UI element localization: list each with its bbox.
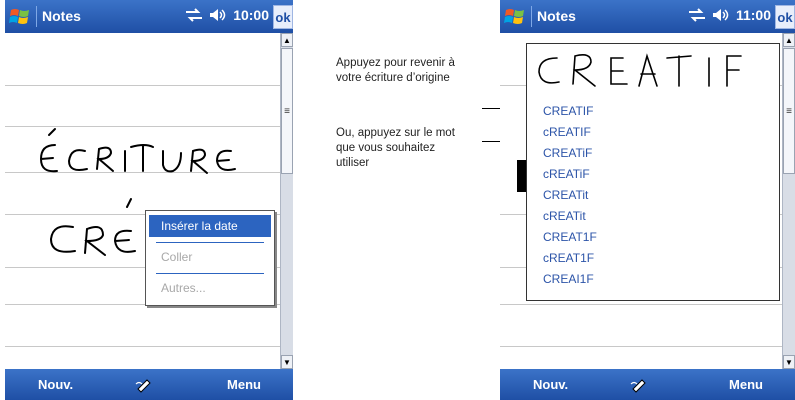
pen-icon[interactable] bbox=[630, 375, 648, 393]
status-area: 11:00 bbox=[688, 7, 771, 23]
candidate-word[interactable]: cREATit bbox=[543, 209, 586, 223]
clock[interactable]: 10:00 bbox=[233, 7, 269, 23]
menu-item-paste[interactable]: Coller bbox=[149, 246, 271, 268]
candidate-word[interactable]: CREATIF bbox=[543, 104, 593, 118]
scroll-up-icon[interactable]: ▲ bbox=[281, 33, 293, 47]
status-area: 10:00 bbox=[185, 7, 269, 23]
menu-button[interactable]: Menu bbox=[729, 377, 763, 392]
speaker-icon[interactable] bbox=[209, 8, 227, 22]
candidate-word[interactable]: CREAT1F bbox=[543, 230, 597, 244]
pen-icon[interactable] bbox=[135, 375, 153, 393]
vertical-scrollbar[interactable]: ▲ ≡ ▼ bbox=[280, 33, 293, 369]
title-bar: Notes 11:00 ok bbox=[500, 0, 795, 33]
scroll-down-icon[interactable]: ▼ bbox=[783, 355, 795, 369]
ok-button[interactable]: ok bbox=[775, 5, 795, 29]
menu-item-more[interactable]: Autres... bbox=[149, 277, 271, 299]
ruled-line bbox=[500, 304, 783, 305]
title-separator bbox=[531, 6, 532, 27]
right-device-screen: Notes 11:00 ok CREATIF cREATIF CREATiF c… bbox=[500, 0, 795, 400]
context-menu: Insérer la date Coller Autres... bbox=[145, 210, 275, 306]
scroll-up-icon[interactable]: ▲ bbox=[783, 33, 795, 47]
ok-button[interactable]: ok bbox=[273, 5, 293, 29]
original-handwriting-creatif[interactable] bbox=[527, 44, 779, 96]
title-bar: Notes 10:00 ok bbox=[5, 0, 293, 33]
windows-start-icon[interactable] bbox=[9, 6, 31, 28]
handwriting-ecriture[interactable] bbox=[35, 123, 255, 183]
clock[interactable]: 11:00 bbox=[736, 7, 771, 23]
vertical-scrollbar[interactable]: ▲ ≡ ▼ bbox=[782, 33, 795, 369]
new-button[interactable]: Nouv. bbox=[38, 377, 73, 392]
scroll-down-icon[interactable]: ▼ bbox=[281, 355, 293, 369]
callout-original-writing: Appuyez pour revenir à votre écriture d’… bbox=[336, 57, 455, 84]
scroll-thumb[interactable]: ≡ bbox=[783, 48, 795, 174]
left-device-screen: Notes 10:00 ok Insérer la date Coller Au… bbox=[5, 0, 293, 400]
note-canvas[interactable]: Insérer la date Coller Autres... bbox=[5, 33, 281, 369]
ruled-line bbox=[5, 85, 281, 86]
scroll-thumb[interactable]: ≡ bbox=[281, 48, 293, 174]
candidate-word[interactable]: cREATiF bbox=[543, 167, 590, 181]
callout-choose-word: Ou, appuyez sur le mot que vous souhaite… bbox=[336, 127, 455, 169]
connectivity-icon[interactable] bbox=[688, 8, 706, 22]
app-title: Notes bbox=[537, 8, 576, 24]
connectivity-icon[interactable] bbox=[185, 8, 203, 22]
menu-separator bbox=[156, 273, 264, 274]
menu-item-insert-date[interactable]: Insérer la date bbox=[149, 215, 271, 237]
candidate-word[interactable]: cREATIF bbox=[543, 125, 591, 139]
candidate-word[interactable]: cREAT1F bbox=[543, 251, 594, 265]
speaker-icon[interactable] bbox=[712, 8, 730, 22]
menu-bar: Nouv. Menu bbox=[5, 369, 293, 400]
windows-start-icon[interactable] bbox=[504, 6, 526, 28]
alternates-popup: CREATIF cREATIF CREATiF cREATiF CREATit … bbox=[526, 43, 780, 301]
handwriting-cre[interactable] bbox=[45, 193, 155, 263]
menu-bar: Nouv. Menu bbox=[500, 369, 795, 400]
ruled-line bbox=[5, 346, 281, 347]
candidate-word[interactable]: CREATiF bbox=[543, 146, 592, 160]
menu-button[interactable]: Menu bbox=[227, 377, 261, 392]
title-separator bbox=[36, 6, 37, 27]
candidate-word[interactable]: CREAI1F bbox=[543, 272, 594, 286]
candidate-word[interactable]: CREATit bbox=[543, 188, 588, 202]
app-title: Notes bbox=[42, 8, 81, 24]
menu-separator bbox=[156, 242, 264, 243]
new-button[interactable]: Nouv. bbox=[533, 377, 568, 392]
ruled-line bbox=[500, 346, 783, 347]
